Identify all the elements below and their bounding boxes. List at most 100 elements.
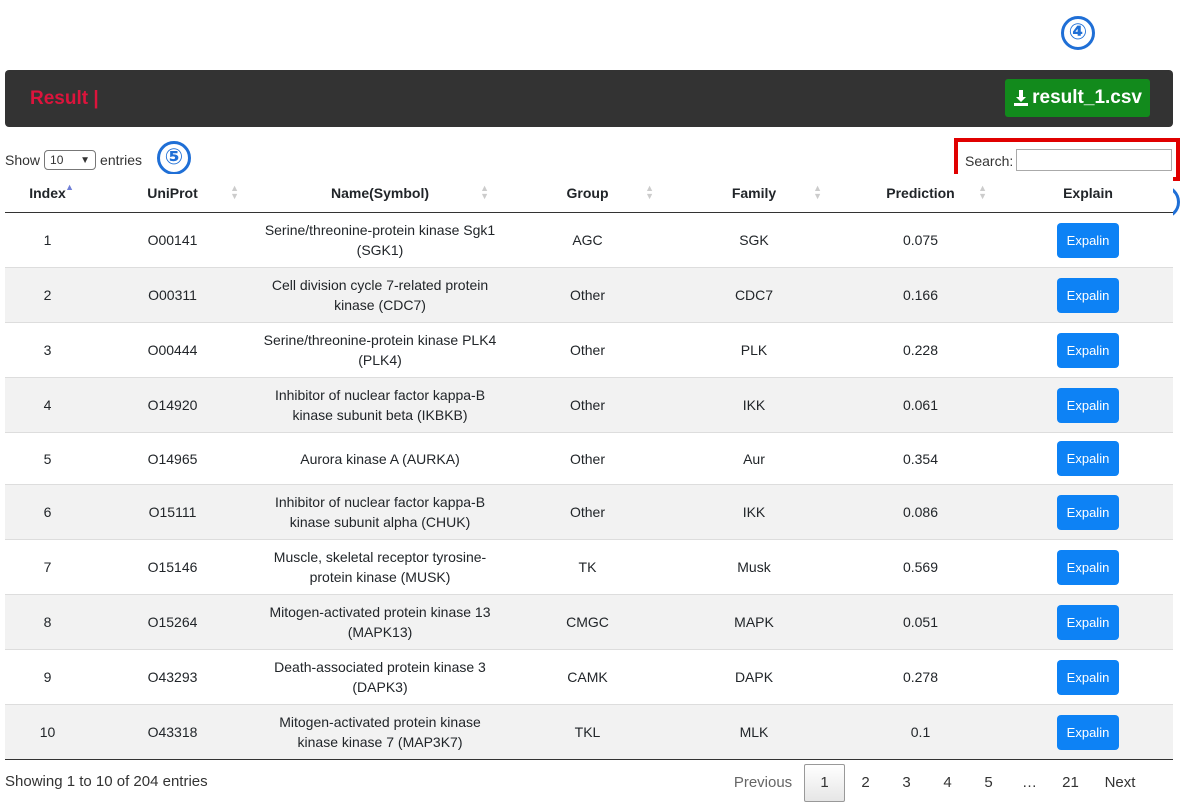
cell-group: Other <box>505 377 670 433</box>
pagination-page-5[interactable]: 5 <box>968 765 1009 801</box>
pagination-page-4[interactable]: 4 <box>927 765 968 801</box>
pagination-page-last[interactable]: 21 <box>1050 765 1091 801</box>
sort-icon: ▲ ▼ <box>813 183 822 201</box>
explain-button[interactable]: Expalin <box>1057 332 1119 368</box>
cell-name: Cell division cycle 7-related protein ki… <box>255 267 505 323</box>
results-table: Index ▲ UniProt ▲ ▼ Name(Symbol) ▲ ▼ Group ▲ ▼ … <box>5 174 1173 760</box>
cell-family: CDC7 <box>670 267 838 323</box>
callout-4: ④ <box>1061 16 1095 50</box>
pagination-page-3[interactable]: 3 <box>886 765 927 801</box>
column-header-name[interactable]: Name(Symbol) ▲ ▼ <box>255 174 505 213</box>
cell-explain: Expalin <box>1003 649 1173 705</box>
sort-icon: ▲ ▼ <box>230 183 239 201</box>
page-length-select[interactable]: 10 ▼ <box>44 150 97 170</box>
column-header-prediction[interactable]: Prediction ▲ ▼ <box>838 174 1003 213</box>
pagination-ellipsis: … <box>1022 774 1037 791</box>
cell-group: Other <box>505 267 670 323</box>
cell-explain: Expalin <box>1003 594 1173 650</box>
table-row: 1 O00141 Serine/threonine-protein kinase… <box>5 212 1173 268</box>
explain-button[interactable]: Expalin <box>1057 604 1119 640</box>
cell-index: 9 <box>5 649 90 705</box>
cell-prediction: 0.569 <box>838 539 1003 595</box>
cell-uniprot: O14965 <box>90 432 255 485</box>
cell-uniprot: O15111 <box>90 484 255 540</box>
cell-group: TK <box>505 539 670 595</box>
cell-explain: Expalin <box>1003 539 1173 595</box>
explain-button[interactable]: Expalin <box>1057 714 1119 750</box>
download-icon <box>1014 90 1029 106</box>
cell-group: AGC <box>505 212 670 268</box>
cell-family: MLK <box>670 704 838 760</box>
entries-label: entries <box>100 152 143 168</box>
column-header-family[interactable]: Family ▲ ▼ <box>670 174 838 213</box>
pagination: Previous 1 2 3 4 5 … 21 Next <box>722 764 1149 802</box>
cell-name: Muscle, skeletal receptor tyrosine-prote… <box>255 539 505 595</box>
sort-icon: ▲ ▼ <box>978 183 987 201</box>
sort-icon: ▲ ▼ <box>480 183 489 201</box>
cell-family: MAPK <box>670 594 838 650</box>
table-row: 4 O14920 Inhibitor of nuclear factor kap… <box>5 377 1173 433</box>
table-row: 8 O15264 Mitogen-activated protein kinas… <box>5 594 1173 650</box>
pagination-previous[interactable]: Previous <box>722 765 804 801</box>
column-header-explain: Explain <box>1003 174 1173 213</box>
cell-group: Other <box>505 432 670 485</box>
cell-index: 1 <box>5 212 90 268</box>
cell-name: Serine/threonine-protein kinase PLK4 (PL… <box>255 322 505 378</box>
page-length-value: 10 <box>50 153 64 167</box>
table-row: 5 O14965 Aurora kinase A (AURKA) Other A… <box>5 432 1173 485</box>
pagination-page-1[interactable]: 1 <box>804 764 845 802</box>
cell-uniprot: O15264 <box>90 594 255 650</box>
table-info: Showing 1 to 10 of 204 entries <box>5 773 208 790</box>
cell-family: Aur <box>670 432 838 485</box>
explain-button[interactable]: Expalin <box>1057 441 1119 476</box>
cell-family: IKK <box>670 484 838 540</box>
cell-name: Mitogen-activated protein kinase 13 (MAP… <box>255 594 505 650</box>
pagination-next[interactable]: Next <box>1091 765 1149 801</box>
table-row: 7 O15146 Muscle, skeletal receptor tyros… <box>5 539 1173 595</box>
cell-group: CMGC <box>505 594 670 650</box>
column-header-index[interactable]: Index ▲ <box>5 174 90 213</box>
cell-index: 10 <box>5 704 90 760</box>
chevron-down-icon: ▼ <box>80 154 91 166</box>
explain-button[interactable]: Expalin <box>1057 659 1119 695</box>
cell-index: 4 <box>5 377 90 433</box>
cell-prediction: 0.166 <box>838 267 1003 323</box>
cell-uniprot: O14920 <box>90 377 255 433</box>
cell-explain: Expalin <box>1003 432 1173 485</box>
cell-name: Inhibitor of nuclear factor kappa-B kina… <box>255 484 505 540</box>
show-label: Show <box>5 152 41 168</box>
cell-family: IKK <box>670 377 838 433</box>
cell-index: 6 <box>5 484 90 540</box>
cell-explain: Expalin <box>1003 484 1173 540</box>
download-csv-button[interactable]: result_1.csv <box>1005 79 1150 117</box>
cell-name: Aurora kinase A (AURKA) <box>255 432 505 485</box>
cell-family: DAPK <box>670 649 838 705</box>
cell-name: Serine/threonine-protein kinase Sgk1 (SG… <box>255 212 505 268</box>
cell-explain: Expalin <box>1003 322 1173 378</box>
explain-button[interactable]: Expalin <box>1057 387 1119 423</box>
search-input[interactable] <box>1016 149 1172 171</box>
cell-explain: Expalin <box>1003 377 1173 433</box>
explain-button[interactable]: Expalin <box>1057 277 1119 313</box>
cell-uniprot: O43293 <box>90 649 255 705</box>
sort-asc-icon: ▲ <box>65 182 74 192</box>
explain-button[interactable]: Expalin <box>1057 549 1119 585</box>
cell-index: 8 <box>5 594 90 650</box>
cell-prediction: 0.051 <box>838 594 1003 650</box>
callout-5: ⑤ <box>157 141 191 175</box>
table-row: 3 O00444 Serine/threonine-protein kinase… <box>5 322 1173 378</box>
column-header-uniprot[interactable]: UniProt ▲ ▼ <box>90 174 255 213</box>
table-row: 2 O00311 Cell division cycle 7-related p… <box>5 267 1173 323</box>
cell-prediction: 0.228 <box>838 322 1003 378</box>
column-header-group[interactable]: Group ▲ ▼ <box>505 174 670 213</box>
explain-button[interactable]: Expalin <box>1057 494 1119 530</box>
cell-uniprot: O43318 <box>90 704 255 760</box>
cell-uniprot: O15146 <box>90 539 255 595</box>
cell-group: Other <box>505 322 670 378</box>
explain-button[interactable]: Expalin <box>1057 222 1119 258</box>
cell-explain: Expalin <box>1003 704 1173 760</box>
cell-uniprot: O00141 <box>90 212 255 268</box>
pagination-page-2[interactable]: 2 <box>845 765 886 801</box>
cell-prediction: 0.061 <box>838 377 1003 433</box>
cell-name: Death-associated protein kinase 3 (DAPK3… <box>255 649 505 705</box>
